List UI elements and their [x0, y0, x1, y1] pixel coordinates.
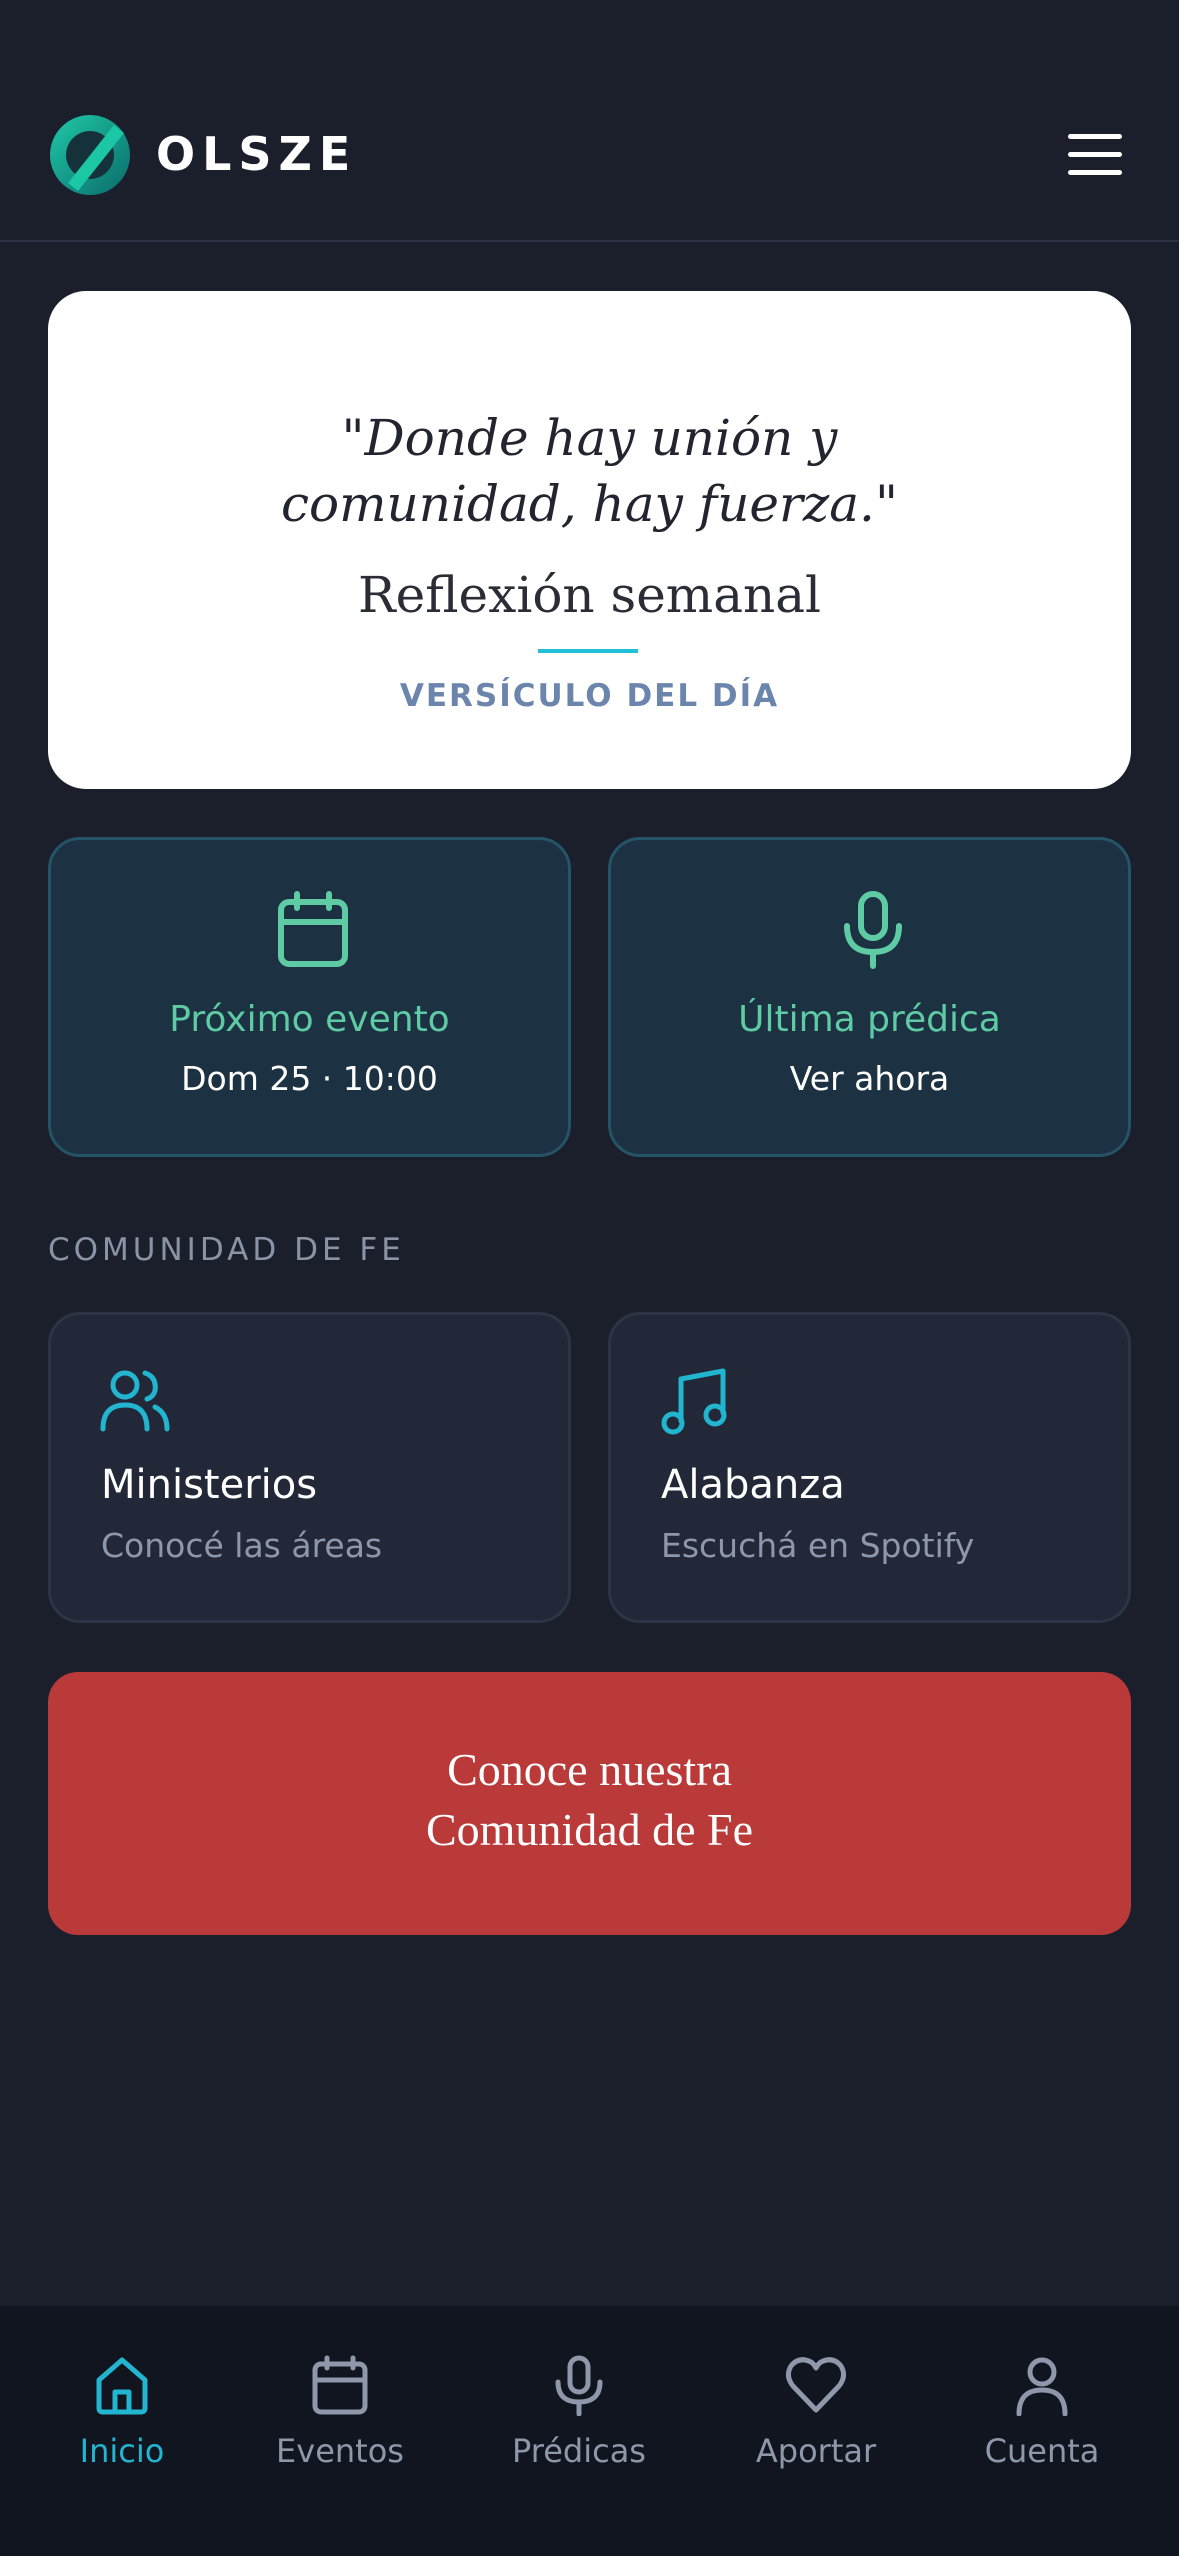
bottom-tab-bar: Inicio Eventos Prédicas Aportar Cuenta: [0, 2306, 1179, 2556]
verse-reference: Reflexión semanal: [357, 566, 822, 624]
latest-sermon-card[interactable]: Última prédica Ver ahora: [608, 837, 1131, 1157]
app-header: OLSZE: [0, 0, 1179, 242]
worship-subtitle: Escuchá en Spotify: [661, 1526, 975, 1565]
cta-label: Conoce nuestra Comunidad de Fe: [425, 1744, 754, 1855]
next-event-title: Próximo evento: [169, 999, 450, 1040]
worship-title: Alabanza: [661, 1462, 845, 1508]
calendar-icon: [312, 2355, 368, 2415]
verse-label: VERSÍCULO DEL DÍA: [399, 678, 780, 714]
brand-name: OLSZE: [156, 127, 358, 181]
section-label: COMUNIDAD DE FE: [48, 1232, 405, 1268]
verse-of-the-day-card: "Donde hay unión y comunidad, hay fuerza…: [48, 291, 1131, 789]
tab-aportar[interactable]: Aportar: [745, 2306, 887, 2556]
microphone-icon: [844, 891, 902, 969]
community-cta-button[interactable]: Conoce nuestra Comunidad de Fe: [48, 1672, 1131, 1935]
ministries-subtitle: Conocé las áreas: [101, 1526, 383, 1565]
latest-sermon-title: Última prédica: [738, 999, 1001, 1040]
tab-cuenta[interactable]: Cuenta: [975, 2306, 1109, 2556]
tab-eventos-label: Eventos: [276, 2432, 404, 2470]
users-icon: [100, 1370, 170, 1432]
home-icon: [96, 2357, 148, 2415]
hamburger-menu-icon[interactable]: [1060, 128, 1122, 180]
next-event-time: Dom 25 · 10:00: [181, 1059, 438, 1098]
user-icon: [1016, 2357, 1068, 2416]
heart-icon: [785, 2357, 847, 2413]
worship-card[interactable]: Alabanza Escuchá en Spotify: [608, 1312, 1131, 1623]
next-event-card[interactable]: Próximo evento Dom 25 · 10:00: [48, 837, 571, 1157]
tab-inicio-label: Inicio: [79, 2432, 165, 2470]
tab-cuenta-label: Cuenta: [984, 2432, 1100, 2470]
tab-eventos[interactable]: Eventos: [270, 2306, 410, 2556]
tab-predicas[interactable]: Prédicas: [508, 2306, 650, 2556]
latest-sermon-link: Ver ahora: [789, 1059, 950, 1098]
ministries-title: Ministerios: [101, 1462, 318, 1508]
olsze-logo-icon[interactable]: [48, 113, 132, 197]
tab-aportar-label: Aportar: [755, 2432, 877, 2470]
calendar-icon: [278, 891, 348, 967]
music-note-icon: [661, 1368, 727, 1435]
tab-predicas-label: Prédicas: [512, 2432, 646, 2470]
microphone-icon: [555, 2355, 603, 2416]
verse-divider: [538, 649, 638, 653]
tab-inicio[interactable]: Inicio: [62, 2306, 182, 2556]
ministries-card[interactable]: Ministerios Conocé las áreas: [48, 1312, 571, 1623]
verse-quote: "Donde hay unión y comunidad, hay fuerza…: [281, 409, 898, 533]
